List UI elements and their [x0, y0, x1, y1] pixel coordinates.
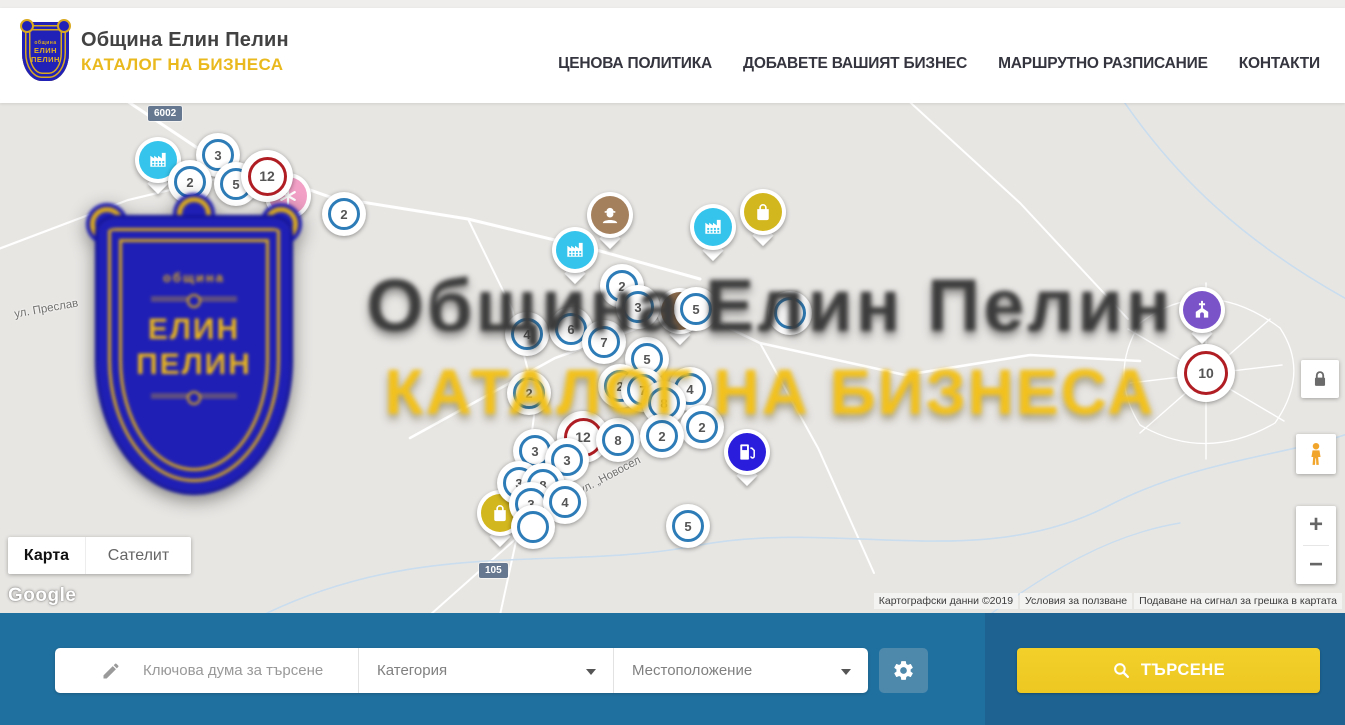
road-badge: 6002: [148, 106, 182, 121]
page: община ЕЛИН ПЕЛИН Община Елин Пелин КАТА…: [0, 0, 1345, 725]
map-type-control: Карта Сателит: [8, 537, 191, 574]
map-attribution-link-1[interactable]: Условия за ползване: [1020, 593, 1132, 609]
main-nav: ЦЕНОВА ПОЛИТИКА ДОБАВЕТЕ ВАШИЯТ БИЗНЕС МАР…: [558, 8, 1320, 103]
shield-flourish: [151, 297, 237, 301]
nav-item-3[interactable]: КОНТАКТИ: [1239, 55, 1320, 73]
nav-item-0[interactable]: ЦЕНОВА ПОЛИТИКА: [558, 55, 712, 73]
watermark-subtitle: КАТАЛОГ НА БИЗНЕСА: [330, 355, 1210, 429]
map-pin-fuel[interactable]: [724, 429, 770, 475]
top-strip: [0, 0, 1345, 8]
gear-icon: [892, 659, 915, 682]
chevron-down-icon: [841, 669, 851, 675]
map-canvas[interactable]: ул. Преславбул. „Новосел 6002105 3251222…: [0, 103, 1345, 613]
search-button-label: ТЪРСЕНЕ: [1141, 661, 1225, 680]
map-pin-factory[interactable]: [690, 204, 736, 250]
shield-flourish: [151, 394, 237, 398]
shield-name-line2: ПЕЛИН: [136, 348, 252, 383]
factory-icon: [147, 149, 170, 172]
map-type-satellite-button[interactable]: Сателит: [85, 537, 191, 574]
pencil-icon: [101, 661, 121, 681]
site-title: Община Елин Пелин: [81, 29, 289, 52]
chevron-down-icon: [586, 669, 596, 675]
site-subtitle: КАТАЛОГ НА БИЗНЕСА: [81, 55, 289, 75]
zoom-in-button[interactable]: +: [1296, 506, 1336, 545]
shield-small-name: ЕЛИН ПЕЛИН: [22, 46, 69, 64]
category-select[interactable]: Категория: [358, 648, 613, 693]
fuel-icon: [736, 441, 759, 464]
cluster-marker[interactable]: 12: [241, 150, 293, 202]
factory-icon: [564, 239, 587, 262]
google-logo[interactable]: Google: [8, 585, 76, 607]
search-bar: Категория Местоположение ТЪРСЕНЕ: [0, 613, 1345, 725]
map-pin-shopping-bag[interactable]: [740, 189, 786, 235]
keyword-search-input[interactable]: [141, 661, 341, 680]
factory-icon: [702, 216, 725, 239]
cluster-marker[interactable]: 2: [322, 192, 366, 236]
header: община ЕЛИН ПЕЛИН Община Елин Пелин КАТА…: [0, 8, 1345, 103]
zoom-control: + −: [1296, 506, 1336, 584]
search-button[interactable]: ТЪРСЕНЕ: [1017, 648, 1320, 693]
keyword-section: [55, 648, 358, 693]
location-select-label: Местоположение: [632, 662, 752, 679]
shopping-bag-icon: [752, 201, 775, 224]
map-attribution: Картографски данни ©2019Условия за ползв…: [874, 593, 1342, 609]
cluster-marker[interactable]: 5: [666, 504, 710, 548]
search-icon: [1112, 661, 1131, 680]
map-attribution-link-2[interactable]: Подаване на сигнал за грешка в картата: [1134, 593, 1342, 609]
map-attribution-link-0[interactable]: Картографски данни ©2019: [874, 593, 1018, 609]
lock-icon: [1309, 368, 1331, 390]
category-select-label: Категория: [377, 662, 447, 679]
site-title-block: Община Елин Пелин КАТАЛОГ НА БИЗНЕСА: [81, 29, 289, 75]
zoom-out-button[interactable]: −: [1296, 546, 1336, 585]
nav-item-1[interactable]: ДОБАВЕТЕ ВАШИЯТ БИЗНЕС: [743, 55, 967, 73]
site-logo[interactable]: община ЕЛИН ПЕЛИН Община Елин Пелин КАТА…: [22, 22, 289, 81]
watermark-shield: община ЕЛИН ПЕЛИН: [95, 215, 293, 495]
location-select[interactable]: Местоположение: [613, 648, 868, 693]
worker-icon: [599, 204, 622, 227]
map-type-map-button[interactable]: Карта: [8, 537, 85, 574]
lock-button[interactable]: [1301, 360, 1339, 398]
cluster-marker[interactable]: [511, 505, 555, 549]
municipality-shield-logo: община ЕЛИН ПЕЛИН: [22, 22, 69, 81]
road-badge: 105: [479, 563, 508, 578]
street-view-pegman-button[interactable]: [1296, 434, 1336, 474]
nav-item-2[interactable]: МАРШРУТНО РАЗПИСАНИЕ: [998, 55, 1208, 73]
watermark-title: Община Елин Пелин: [320, 263, 1220, 348]
shield-name-line1: ЕЛИН: [148, 313, 240, 348]
shield-top-text: община: [163, 270, 225, 285]
pegman-icon: [1303, 441, 1329, 467]
shield-body: община ЕЛИН ПЕЛИН: [95, 215, 293, 495]
advanced-search-button[interactable]: [879, 648, 928, 693]
search-input-group: Категория Местоположение: [55, 648, 868, 693]
